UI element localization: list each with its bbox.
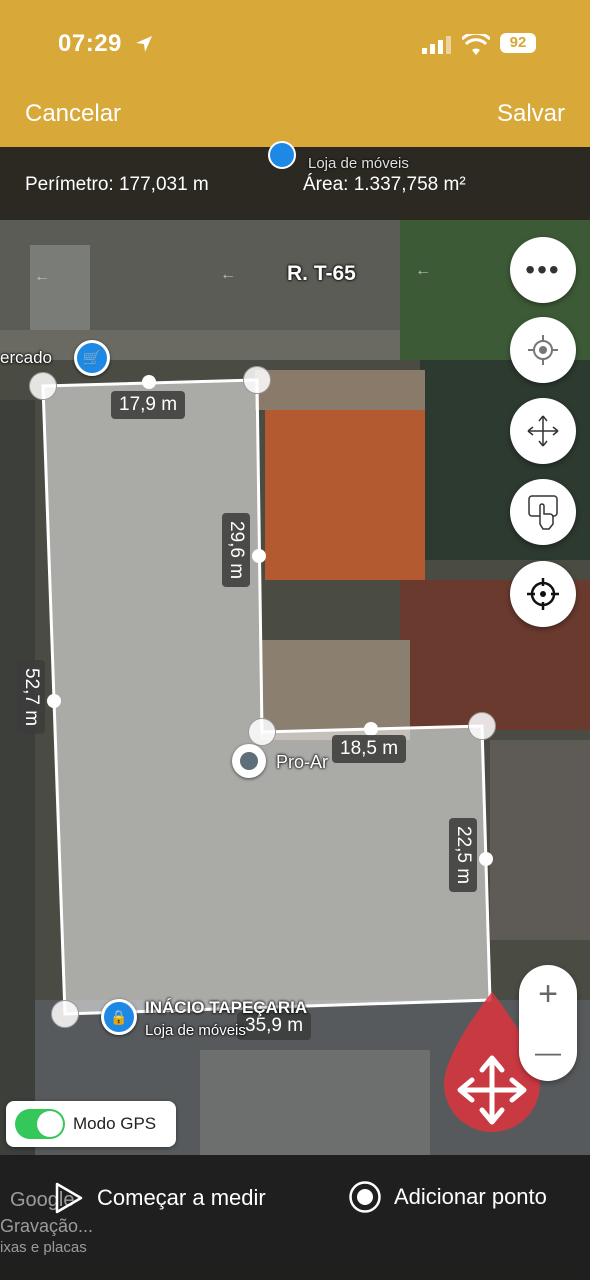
edge-length-label: 52,7 m (17, 660, 45, 735)
street-name-label: R. T-65 (287, 262, 356, 285)
signal-icon (422, 36, 451, 54)
battery-indicator: 92 (500, 33, 536, 53)
edge-midpoint[interactable] (479, 852, 493, 866)
edge-midpoint[interactable] (142, 375, 156, 389)
recenter-button[interactable] (510, 317, 576, 383)
edge-length-label: 18,5 m (332, 735, 407, 763)
bottom-action-bar: Google Gravação... ixas e placas Começar… (0, 1155, 590, 1280)
start-measuring-button[interactable]: Começar a medir (53, 1181, 266, 1215)
play-icon (55, 1182, 83, 1214)
location-arrow-icon (136, 36, 152, 52)
more-options-button[interactable]: ••• (510, 237, 576, 303)
edge-midpoint[interactable] (252, 549, 266, 563)
gps-fix-icon (528, 335, 558, 365)
polygon-vertex[interactable] (468, 712, 496, 740)
polygon-vertex[interactable] (29, 372, 57, 400)
poi-category-label: Loja de móveis (145, 1022, 246, 1039)
hand-tap-icon (528, 495, 558, 530)
add-point-icon (349, 1181, 381, 1213)
street-arrow-icon: ← (34, 268, 50, 285)
gps-switch[interactable] (15, 1109, 65, 1139)
move-arrows-icon (527, 415, 559, 447)
zoom-controls: + — (519, 965, 577, 1081)
more-dots-icon: ••• (525, 254, 561, 285)
move-mode-button[interactable] (510, 398, 576, 464)
crosshair-icon (527, 578, 559, 610)
add-point-button[interactable]: Adicionar ponto (348, 1180, 547, 1214)
map-attribution: Gravação... (0, 1216, 94, 1236)
edge-length-label: 22,5 m (449, 818, 477, 893)
street-arrow-icon: ← (415, 262, 431, 279)
cancel-button[interactable]: Cancelar (25, 100, 121, 128)
status-time: 07:29 (58, 30, 122, 57)
shopping-cart-icon[interactable]: 🛒 (74, 340, 110, 376)
edge-length-label: 29,6 m (222, 513, 250, 588)
gps-mode-label: Modo GPS (73, 1114, 157, 1133)
polygon-vertex[interactable] (248, 718, 276, 746)
satellite-map[interactable]: 17,9 m 29,6 m 52,7 m 18,5 m 22,5 m 35,9 … (0, 220, 590, 1155)
area-value: Área: 1.337,758 m² (303, 174, 466, 195)
location-pin-icon[interactable] (232, 744, 266, 778)
edge-midpoint[interactable] (47, 694, 61, 708)
zoom-out-button[interactable]: — (519, 1023, 577, 1081)
map-attribution: ixas e placas (0, 1239, 87, 1256)
street-arrow-icon: ← (220, 266, 236, 283)
poi-label: INÁCIO TAPEÇARIA (145, 998, 308, 1017)
store-pin-icon[interactable]: 🔒 (101, 999, 137, 1035)
wifi-icon (462, 34, 490, 55)
start-measuring-label: Começar a medir (97, 1185, 266, 1210)
poi-label: Pro-Ar (276, 752, 329, 772)
tap-mode-button[interactable] (510, 479, 576, 545)
poi-pin-icon (268, 141, 296, 169)
zoom-in-button[interactable]: + (519, 965, 577, 1023)
save-button[interactable]: Salvar (497, 100, 565, 128)
polygon-vertex[interactable] (51, 1000, 79, 1028)
edge-midpoint[interactable] (364, 722, 378, 736)
poi-label: ercado (0, 348, 52, 367)
edge-length-label: 17,9 m (111, 391, 186, 419)
gps-mode-toggle[interactable]: Modo GPS (6, 1101, 176, 1147)
polygon-vertex[interactable] (243, 366, 271, 394)
perimeter-value: Perímetro: 177,031 m (25, 174, 209, 195)
my-location-button[interactable] (510, 561, 576, 627)
poi-category-label: Loja de móveis (308, 155, 409, 172)
add-point-label: Adicionar ponto (394, 1184, 547, 1209)
